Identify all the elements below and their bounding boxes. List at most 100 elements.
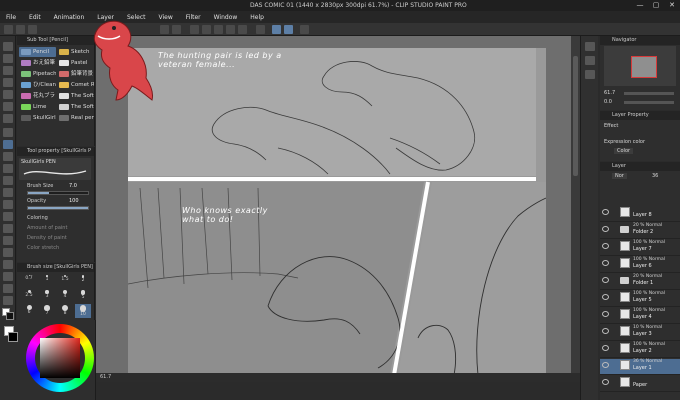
- deselect-icon[interactable]: [226, 25, 235, 34]
- layer-row[interactable]: 100 % Normal Layer 5: [600, 291, 680, 307]
- gradient-tool-icon[interactable]: [3, 224, 13, 233]
- visibility-eye-icon[interactable]: [602, 243, 609, 249]
- expression-color-select[interactable]: Color: [614, 148, 634, 154]
- clear-icon[interactable]: [190, 25, 199, 34]
- brush-item[interactable]: Pipetachi: [19, 69, 56, 79]
- brush-size-option[interactable]: 10: [75, 304, 91, 318]
- redo-icon[interactable]: [172, 25, 181, 34]
- pencil-tool-icon[interactable]: [3, 140, 13, 149]
- brush-item[interactable]: 花丸ブラ: [19, 91, 56, 101]
- new-file-icon[interactable]: [4, 25, 13, 34]
- layer-row[interactable]: Layer 8: [600, 206, 680, 222]
- menu-window[interactable]: Window: [214, 14, 238, 21]
- selection-tool-icon[interactable]: [3, 90, 13, 99]
- angle-slider[interactable]: [624, 101, 674, 104]
- transform-icon[interactable]: [214, 25, 223, 34]
- menu-edit[interactable]: Edit: [29, 14, 41, 21]
- brush-item[interactable]: The Soft: [57, 102, 94, 112]
- brush-size-option[interactable]: 1: [39, 274, 55, 288]
- fill-icon[interactable]: [202, 25, 211, 34]
- ruler-tool-icon[interactable]: [3, 260, 13, 269]
- zoom-tool-icon[interactable]: [3, 42, 13, 51]
- visibility-eye-icon[interactable]: [602, 345, 609, 351]
- correct-line-tool-icon[interactable]: [3, 296, 13, 305]
- layer-row[interactable]: 100 % Normal Layer 6: [600, 257, 680, 273]
- visibility-eye-icon[interactable]: [602, 209, 609, 215]
- airbrush-tool-icon[interactable]: [3, 164, 13, 173]
- menu-help[interactable]: Help: [250, 14, 264, 21]
- minimize-button[interactable]: —: [634, 1, 646, 10]
- text-tool-icon[interactable]: [3, 272, 13, 281]
- brush-item[interactable]: ひ/Clean: [19, 80, 56, 90]
- decoration-tool-icon[interactable]: [3, 176, 13, 185]
- maximize-button[interactable]: ▢: [650, 1, 662, 10]
- opacity-slider[interactable]: [27, 206, 89, 210]
- zoom-slider[interactable]: [624, 92, 674, 95]
- saturation-value-square[interactable]: [40, 338, 80, 378]
- sub-color-swatch[interactable]: [6, 312, 14, 320]
- navigator-zoom[interactable]: 61.7: [604, 90, 615, 96]
- blend-tool-icon[interactable]: [3, 200, 13, 209]
- layer-row[interactable]: 100 % Normal Layer 4: [600, 308, 680, 324]
- visibility-eye-icon[interactable]: [602, 226, 609, 232]
- brush-size-value[interactable]: 7.0: [69, 183, 77, 189]
- brush-size-option[interactable]: 6: [21, 304, 37, 318]
- menu-file[interactable]: File: [6, 14, 16, 21]
- brush-item[interactable]: Lime: [19, 102, 56, 112]
- brush-item[interactable]: おえ鉛筆: [19, 58, 56, 68]
- panel-toggle-icon-1[interactable]: [585, 42, 595, 51]
- brush-size-option[interactable]: 3: [39, 289, 55, 303]
- comic-page[interactable]: The hunting pair is led by a veteran fem…: [128, 48, 546, 375]
- navigator-angle[interactable]: 0.0: [604, 99, 612, 105]
- move-layer-tool-icon[interactable]: [3, 78, 13, 87]
- menu-view[interactable]: View: [159, 14, 173, 21]
- brush-size-option[interactable]: 1.5: [57, 274, 73, 288]
- snap-ruler-icon[interactable]: [272, 25, 281, 34]
- panel-toggle-icon-3[interactable]: [585, 70, 595, 79]
- menu-animation[interactable]: Animation: [54, 14, 85, 21]
- brush-tool-icon[interactable]: [3, 152, 13, 161]
- layer-opacity-value[interactable]: 36: [652, 173, 658, 179]
- menu-filter[interactable]: Filter: [186, 14, 201, 21]
- hue-ring[interactable]: [26, 324, 94, 392]
- brush-item[interactable]: SkullGirls PEN: [19, 113, 56, 123]
- visibility-eye-icon[interactable]: [602, 379, 609, 385]
- layer-row[interactable]: 36 % Normal Layer 1: [600, 359, 680, 375]
- scrollbar-thumb[interactable]: [573, 56, 578, 176]
- layer-row[interactable]: 100 % Normal Layer 2: [600, 342, 680, 358]
- balloon-tool-icon[interactable]: [3, 284, 13, 293]
- layer-folder-row[interactable]: 20 % Normal Folder 2: [600, 223, 680, 239]
- close-button[interactable]: ✕: [666, 1, 678, 10]
- brush-size-option[interactable]: 8: [57, 304, 73, 318]
- frame-border-tool-icon[interactable]: [3, 248, 13, 257]
- undo-icon[interactable]: [160, 25, 169, 34]
- visibility-eye-icon[interactable]: [602, 328, 609, 334]
- coloring-label[interactable]: Coloring: [27, 215, 48, 221]
- figure-tool-icon[interactable]: [3, 236, 13, 245]
- opacity-value[interactable]: 100: [69, 198, 79, 204]
- operation-tool-icon[interactable]: [3, 66, 13, 75]
- brush-size-option[interactable]: 2: [75, 274, 91, 288]
- snap-special-ruler-icon[interactable]: [284, 25, 293, 34]
- panel-toggle-icon-2[interactable]: [585, 56, 595, 65]
- eraser-tool-icon[interactable]: [3, 188, 13, 197]
- canvas-zoom-value[interactable]: 61.7: [100, 374, 111, 380]
- show-selection-icon[interactable]: [256, 25, 265, 34]
- visibility-eye-icon[interactable]: [602, 260, 609, 266]
- layer-row[interactable]: 10 % Normal Layer 3: [600, 325, 680, 341]
- invert-selection-icon[interactable]: [238, 25, 247, 34]
- brush-size-option[interactable]: 4: [57, 289, 73, 303]
- auto-select-tool-icon[interactable]: [3, 102, 13, 111]
- visibility-eye-icon[interactable]: [602, 277, 609, 283]
- pen-tool-icon[interactable]: [3, 128, 13, 137]
- visibility-eye-icon[interactable]: [602, 294, 609, 300]
- brush-size-slider[interactable]: [27, 191, 89, 195]
- brush-size-option[interactable]: 7: [39, 304, 55, 318]
- visibility-eye-icon[interactable]: [602, 362, 609, 368]
- save-icon[interactable]: [28, 25, 37, 34]
- brush-size-option[interactable]: 2.5: [21, 289, 37, 303]
- vertical-scrollbar[interactable]: [571, 36, 580, 382]
- layer-folder-row[interactable]: 20 % Normal Folder 1: [600, 274, 680, 290]
- fill-tool-icon[interactable]: [3, 212, 13, 221]
- layer-row[interactable]: 100 % Normal Layer 7: [600, 240, 680, 256]
